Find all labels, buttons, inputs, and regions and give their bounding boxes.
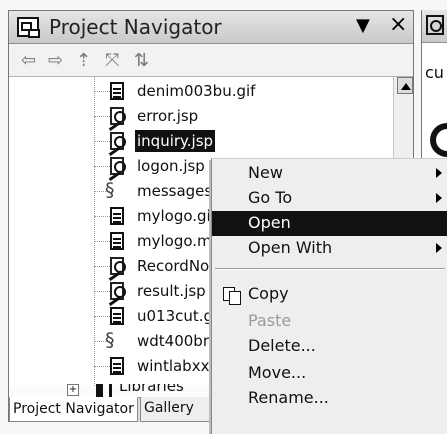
tree-item-label: RecordNot bbox=[137, 257, 216, 275]
copy-icon bbox=[222, 286, 241, 305]
scroll-up-icon[interactable] bbox=[397, 77, 413, 94]
library-icon bbox=[96, 384, 112, 398]
menu-item-open-with[interactable]: Open With bbox=[212, 236, 447, 261]
image-file-icon bbox=[107, 82, 129, 102]
tree-item-label: wdt400br. bbox=[137, 332, 213, 350]
menu-item-delete[interactable]: Delete... bbox=[212, 334, 447, 359]
menu-item-paste: Paste bbox=[212, 309, 447, 334]
resource-bundle-icon: § bbox=[105, 329, 115, 351]
menu-item-rename[interactable]: Rename... bbox=[212, 386, 447, 411]
panel-title-bar: Project Navigator ▼ × bbox=[9, 11, 413, 44]
tree-item-label: wintlabxx. bbox=[137, 357, 215, 375]
menu-item-copy[interactable]: Copy bbox=[212, 282, 447, 307]
submenu-arrow-icon bbox=[436, 243, 442, 253]
selected-tree-item-label: inquiry.jsp bbox=[135, 130, 216, 152]
jsp-file-icon bbox=[107, 257, 129, 277]
tab-gallery[interactable]: Gallery bbox=[140, 397, 222, 422]
resource-bundle-icon: § bbox=[105, 179, 115, 201]
expand-icon[interactable]: + bbox=[67, 384, 79, 396]
menu-item-label: Delete... bbox=[248, 336, 316, 355]
menu-item-label: Paste bbox=[248, 311, 292, 330]
editor-graphic-fragment bbox=[430, 123, 447, 157]
jsp-file-icon bbox=[107, 107, 129, 127]
collapse-all-icon[interactable]: ⤧ bbox=[105, 51, 129, 71]
project-navigator-icon bbox=[17, 17, 40, 38]
tree-row-error[interactable]: error.jsp bbox=[9, 104, 413, 129]
close-panel-button[interactable]: × bbox=[389, 12, 407, 38]
navigator-toolbar: ⇦ ⇨ ⇡ ⤧ ⇅ bbox=[9, 44, 413, 77]
tree-row-denim003bu[interactable]: denim003bu.gif bbox=[9, 79, 413, 104]
submenu-arrow-icon bbox=[436, 193, 442, 203]
text-file-icon bbox=[107, 357, 129, 377]
screenshot-stage: Project Navigator ▼ × ⇦ ⇨ ⇡ ⤧ ⇅ denim003… bbox=[0, 0, 447, 434]
menu-item-new[interactable]: New bbox=[212, 161, 447, 186]
jsp-editor-icon bbox=[426, 15, 444, 35]
tree-row-inquiry[interactable]: inquiry.jsp bbox=[9, 129, 413, 154]
tree-item-label: u013cut.g bbox=[137, 307, 214, 325]
image-file-icon bbox=[107, 207, 129, 227]
editor-title-bar bbox=[422, 10, 447, 43]
view-menu-button[interactable]: ▼ bbox=[356, 15, 372, 37]
menu-item-label: Copy bbox=[248, 284, 289, 303]
menu-item-label: Open bbox=[248, 213, 291, 232]
tree-item-label: denim003bu.gif bbox=[137, 82, 256, 100]
tab-project-navigator[interactable]: Project Navigator bbox=[9, 397, 138, 422]
tree-item-label: logon.jsp bbox=[137, 157, 205, 175]
menu-item-move[interactable]: Move... bbox=[212, 361, 447, 386]
tree-item-label: error.jsp bbox=[137, 107, 199, 125]
jsp-file-icon bbox=[107, 282, 129, 302]
context-menu: New Go To Open Open With Copy Paste Dele… bbox=[211, 158, 447, 434]
menu-item-go-to[interactable]: Go To bbox=[212, 186, 447, 211]
menu-item-label: Go To bbox=[248, 188, 293, 207]
link-with-editor-icon[interactable]: ⇅ bbox=[134, 51, 158, 71]
image-file-icon bbox=[107, 232, 129, 252]
back-icon[interactable]: ⇦ bbox=[21, 51, 45, 71]
image-file-icon bbox=[107, 307, 129, 327]
tree-item-label: mylogo.mil bbox=[137, 232, 220, 250]
editor-text-fragment: cu bbox=[425, 63, 444, 82]
menu-item-label: New bbox=[248, 163, 283, 182]
menu-item-open[interactable]: Open bbox=[212, 211, 447, 236]
panel-title: Project Navigator bbox=[49, 15, 222, 39]
libraries-label: Libraries bbox=[119, 384, 184, 395]
menu-separator bbox=[215, 268, 445, 270]
menu-item-label: Open With bbox=[248, 238, 333, 257]
menu-item-label: Rename... bbox=[248, 388, 329, 407]
submenu-arrow-icon bbox=[436, 168, 442, 178]
forward-icon[interactable]: ⇨ bbox=[48, 51, 72, 71]
jsp-file-icon bbox=[107, 157, 129, 177]
menu-item-label: Move... bbox=[248, 363, 307, 382]
tree-item-label: messages. bbox=[137, 182, 217, 200]
libraries-tree-row[interactable]: + Libraries bbox=[67, 384, 227, 398]
tree-item-label: result.jsp bbox=[137, 282, 206, 300]
tree-item-label: mylogo.gif bbox=[137, 207, 217, 225]
up-folder-icon[interactable]: ⇡ bbox=[76, 51, 100, 71]
jsp-file-icon bbox=[107, 132, 129, 152]
